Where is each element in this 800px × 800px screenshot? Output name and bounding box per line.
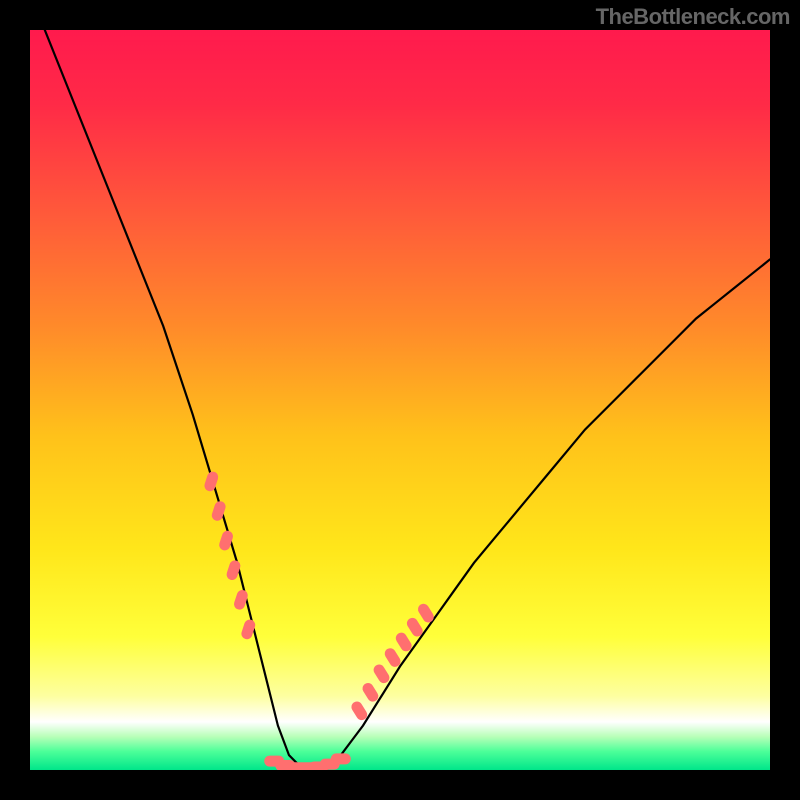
marker-bottom-segment (331, 753, 351, 764)
attribution-label: TheBottleneck.com (596, 4, 790, 30)
chart-frame: TheBottleneck.com (0, 0, 800, 800)
gradient-background (30, 30, 770, 770)
plot-area (30, 30, 770, 770)
chart-svg (30, 30, 770, 770)
